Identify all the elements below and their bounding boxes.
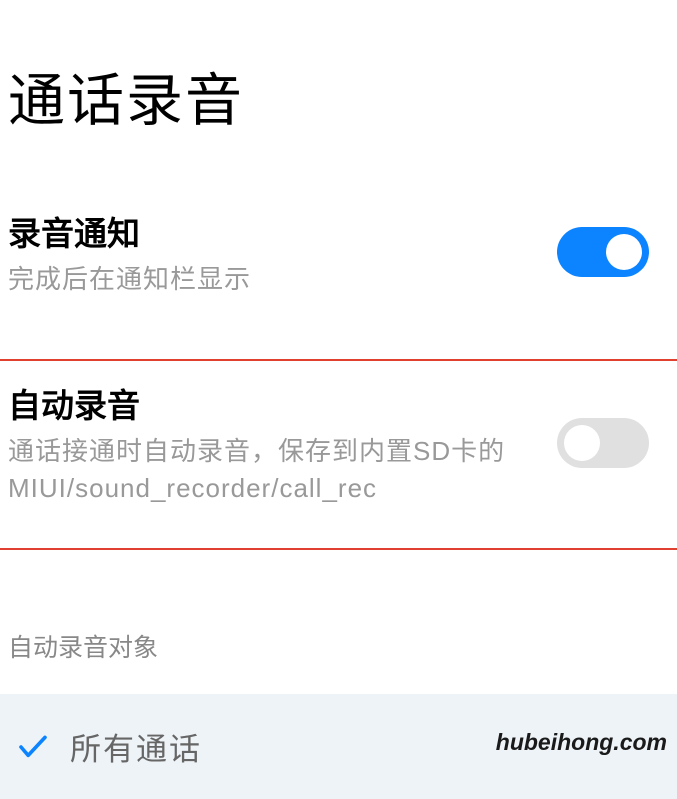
auto-recording-row[interactable]: 自动录音 通话接通时自动录音，保存到内置SD卡的MIUI/sound_recor…	[0, 361, 677, 548]
recording-notification-text: 录音通知 完成后在通知栏显示	[8, 207, 557, 297]
auto-recording-toggle[interactable]	[557, 418, 649, 468]
recording-notification-title: 录音通知	[8, 207, 557, 255]
checkmark-icon	[18, 735, 48, 759]
recording-notification-toggle[interactable]	[557, 227, 649, 277]
recording-notification-row[interactable]: 录音通知 完成后在通知栏显示	[0, 187, 677, 317]
watermark: hubeihong.com	[496, 729, 667, 756]
auto-recording-title: 自动录音	[8, 379, 557, 427]
auto-recording-text: 自动录音 通话接通时自动录音，保存到内置SD卡的MIUI/sound_recor…	[8, 379, 557, 506]
radio-option-label: 所有通话	[70, 724, 202, 769]
recording-notification-subtitle: 完成后在通知栏显示	[8, 261, 557, 297]
auto-recording-section: 自动录音 通话接通时自动录音，保存到内置SD卡的MIUI/sound_recor…	[0, 359, 677, 550]
auto-recording-subtitle: 通话接通时自动录音，保存到内置SD卡的MIUI/sound_recorder/c…	[8, 433, 557, 506]
toggle-knob	[606, 234, 642, 270]
page-title: 通话录音	[0, 0, 677, 187]
section-header-auto-recording-target: 自动录音对象	[0, 550, 677, 694]
toggle-knob	[564, 425, 600, 461]
